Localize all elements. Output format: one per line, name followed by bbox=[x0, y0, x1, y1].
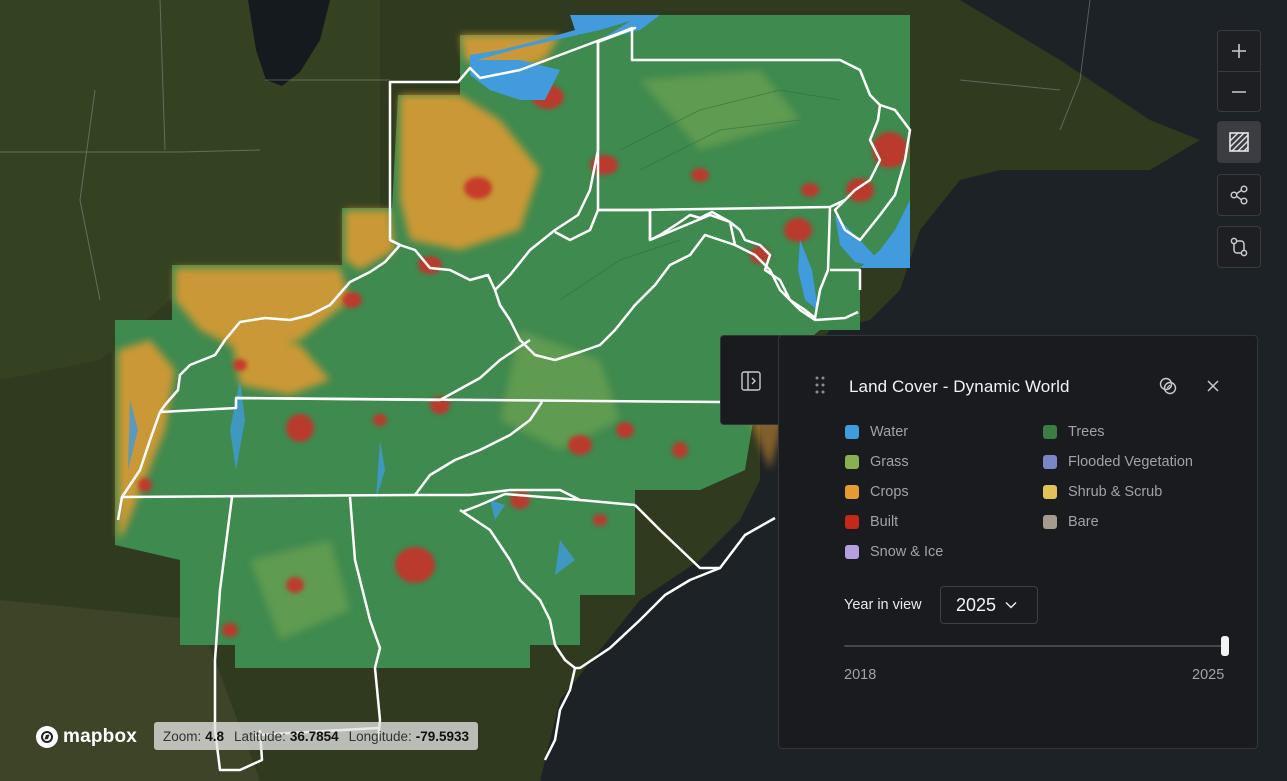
year-select[interactable]: 2025 bbox=[940, 586, 1038, 624]
legend-label: Built bbox=[870, 514, 899, 530]
legend-swatch bbox=[845, 455, 859, 469]
mapbox-logo-icon bbox=[36, 726, 58, 748]
legend-item-grass: Grass bbox=[845, 454, 909, 470]
panel-header: Land Cover - Dynamic World bbox=[779, 336, 1257, 436]
legend-label: Shrub & Scrub bbox=[1068, 484, 1163, 500]
legend-item-water: Water bbox=[845, 424, 908, 440]
legend-swatch bbox=[1043, 425, 1057, 439]
longitude-value: -79.5933 bbox=[415, 728, 470, 744]
legend-item-built: Built bbox=[845, 514, 898, 530]
drag-handle-icon[interactable] bbox=[815, 376, 825, 394]
coordinate-readout: Zoom: 4.8 Latitude: 36.7854 Longitude: -… bbox=[154, 722, 479, 750]
share-button[interactable] bbox=[1217, 174, 1261, 216]
zoom-in-button[interactable] bbox=[1218, 31, 1260, 71]
compare-button[interactable] bbox=[1217, 121, 1261, 163]
year-select-value: 2025 bbox=[956, 594, 997, 615]
latitude-value: 36.7854 bbox=[289, 728, 339, 744]
legend-label: Flooded Vegetation bbox=[1068, 454, 1193, 470]
zoom-label: Zoom: bbox=[163, 728, 202, 744]
legend-item-snow-ice: Snow & Ice bbox=[845, 544, 943, 560]
legend-swatch bbox=[845, 515, 859, 529]
year-slider-thumb[interactable] bbox=[1221, 636, 1229, 656]
legend-item-bare: Bare bbox=[1043, 514, 1099, 530]
plus-icon bbox=[1232, 44, 1246, 58]
legend-label: Bare bbox=[1068, 514, 1099, 530]
mapbox-logo-text: mapbox bbox=[63, 726, 138, 747]
latitude-label: Latitude: bbox=[234, 728, 286, 744]
legend-swatch bbox=[845, 545, 859, 559]
layer-opacity-icon[interactable] bbox=[1158, 376, 1178, 396]
legend-label: Crops bbox=[870, 484, 909, 500]
legend-swatch bbox=[1043, 455, 1057, 469]
layer-title: Land Cover - Dynamic World bbox=[849, 377, 1070, 396]
legend-label: Water bbox=[870, 424, 909, 440]
compare-icon bbox=[1229, 132, 1249, 152]
legend-item-flooded-vegetation: Flooded Vegetation bbox=[1043, 454, 1193, 470]
year-in-view-label: Year in view bbox=[844, 597, 922, 613]
legend-label: Grass bbox=[870, 454, 909, 470]
legend-label: Trees bbox=[1068, 424, 1105, 440]
zoom-out-button[interactable] bbox=[1218, 71, 1260, 111]
workflow-button[interactable] bbox=[1217, 226, 1261, 268]
legend-swatch bbox=[1043, 485, 1057, 499]
minus-icon bbox=[1232, 90, 1246, 93]
chevron-down-icon bbox=[1005, 601, 1017, 609]
year-slider-track[interactable] bbox=[844, 645, 1226, 647]
zoom-value: 4.8 bbox=[205, 728, 225, 744]
layer-panel: Land Cover - Dynamic World Water Trees G… bbox=[778, 335, 1258, 749]
legend-swatch bbox=[845, 485, 859, 499]
longitude-label: Longitude: bbox=[348, 728, 412, 744]
legend-swatch bbox=[845, 425, 859, 439]
slider-min-label: 2018 bbox=[844, 667, 877, 683]
mapbox-logo[interactable]: mapbox bbox=[36, 726, 137, 748]
close-icon[interactable] bbox=[1205, 378, 1221, 394]
workflow-icon bbox=[1230, 237, 1248, 257]
legend-item-shrub-scrub: Shrub & Scrub bbox=[1043, 484, 1162, 500]
legend-item-crops: Crops bbox=[845, 484, 909, 500]
share-icon bbox=[1230, 185, 1248, 205]
zoom-controls bbox=[1217, 30, 1261, 112]
sidebar-toggle-icon bbox=[740, 371, 761, 391]
legend-item-trees: Trees bbox=[1043, 424, 1105, 440]
legend-label: Snow & Ice bbox=[870, 544, 944, 560]
legend-swatch bbox=[1043, 515, 1057, 529]
slider-max-label: 2025 bbox=[1192, 667, 1225, 683]
panel-collapse-button[interactable] bbox=[720, 335, 780, 425]
